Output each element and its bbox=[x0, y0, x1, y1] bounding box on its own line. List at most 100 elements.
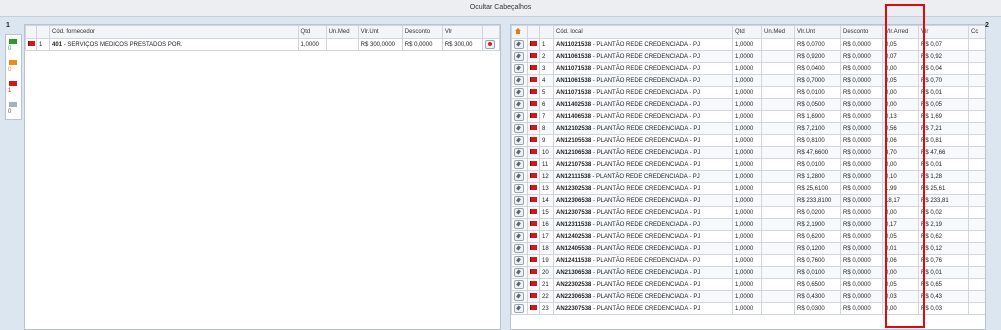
toggle-headers-label[interactable]: Ocultar Cabeçalhos bbox=[470, 4, 531, 11]
item-desc: - PLANTÃO REDE CREDENCIADA - PJ bbox=[592, 257, 701, 264]
col-vlr[interactable]: Vlr bbox=[441, 25, 483, 39]
edit-icon[interactable] bbox=[514, 268, 524, 277]
col-vlr-arred[interactable]: Vlr.Arred bbox=[882, 25, 919, 39]
item-desc: - PLANTÃO REDE CREDENCIADA - PJ bbox=[593, 281, 701, 288]
table-row[interactable]: 3 AN11071538 - PLANTÃO REDE CREDENCIADA -… bbox=[511, 62, 985, 75]
table-row[interactable]: 8 AN12102538 - PLANTÃO REDE CREDENCIADA -… bbox=[511, 122, 985, 135]
toggle-headers-bar[interactable]: Ocultar Cabeçalhos bbox=[0, 0, 1001, 17]
edit-icon[interactable] bbox=[514, 64, 524, 73]
col-vlrunt[interactable]: Vlr.Unt bbox=[794, 25, 841, 39]
table-row[interactable]: 16 AN12311538 - PLANTÃO REDE CREDENCIADA … bbox=[511, 218, 985, 231]
red-flag-icon bbox=[530, 173, 537, 179]
table-row[interactable]: 21 AN22302538 - PLANTÃO REDE CREDENCIADA … bbox=[511, 278, 985, 291]
red-flag-icon bbox=[530, 305, 537, 311]
cell-vlr-arred: 1,99 bbox=[882, 182, 919, 195]
edit-icon[interactable] bbox=[514, 40, 524, 49]
edit-icon[interactable] bbox=[514, 88, 524, 97]
edit-icon[interactable] bbox=[514, 148, 524, 157]
table-row[interactable]: 1 AN11021538 - PLANTÃO REDE CREDENCIADA -… bbox=[511, 38, 985, 51]
table-row[interactable]: 18 AN12405538 - PLANTÃO REDE CREDENCIADA … bbox=[511, 242, 985, 255]
col-unmed[interactable]: Un.Med bbox=[761, 25, 795, 39]
row-index: 10 bbox=[539, 146, 554, 159]
table-row[interactable]: 2 AN11061538 - PLANTÃO REDE CREDENCIADA -… bbox=[511, 50, 985, 63]
col-unmed[interactable]: Un.Med bbox=[325, 25, 359, 39]
edit-icon[interactable] bbox=[514, 124, 524, 133]
item-desc: - PLANTÃO REDE CREDENCIADA - PJ bbox=[593, 161, 701, 168]
left-strip: 1 0 0 1 0 bbox=[0, 22, 22, 328]
edit-icon[interactable] bbox=[514, 184, 524, 193]
delete-icon[interactable] bbox=[484, 40, 495, 49]
edit-icon[interactable] bbox=[514, 100, 524, 109]
edit-icon[interactable] bbox=[514, 136, 524, 145]
col-cc[interactable]: Cc bbox=[968, 25, 985, 39]
red-flag-icon bbox=[530, 281, 537, 287]
right-group-number: 2 bbox=[985, 22, 989, 29]
table-row[interactable]: 19 AN12411538 - PLANTÃO REDE CREDENCIADA … bbox=[511, 254, 985, 267]
col-qtd[interactable]: Qtd bbox=[297, 25, 327, 39]
cell-vlr: R$ 0,65 bbox=[918, 278, 969, 291]
row-index: 8 bbox=[539, 122, 554, 135]
cell-cc bbox=[968, 158, 985, 171]
item-desc: - PLANTÃO REDE CREDENCIADA - PJ bbox=[593, 245, 701, 252]
cell-unmed bbox=[761, 266, 795, 279]
cell-vlr-arred: 0,03 bbox=[882, 290, 919, 303]
col-desconto[interactable]: Desconto bbox=[840, 25, 883, 39]
col-desconto[interactable]: Desconto bbox=[401, 25, 443, 39]
edit-icon[interactable] bbox=[514, 52, 524, 61]
item-desc: - PLANTÃO REDE CREDENCIADA - PJ bbox=[592, 89, 701, 96]
supplier-panel: Cód. fornecedor Qtd Un.Med Vlr.Unt Desco… bbox=[24, 24, 501, 330]
cell-unmed bbox=[761, 134, 795, 147]
item-code: AN22302538 bbox=[556, 281, 592, 288]
edit-icon[interactable] bbox=[514, 76, 524, 85]
table-row[interactable]: 22 AN22306538 - PLANTÃO REDE CREDENCIADA … bbox=[511, 290, 985, 303]
edit-icon[interactable] bbox=[514, 244, 524, 253]
table-row[interactable]: 1 401 - SERVIÇOS MEDICOS PRESTADOS POR. … bbox=[24, 38, 501, 51]
home-icon[interactable] bbox=[514, 28, 522, 35]
table-row[interactable]: 4 AN11061538 - PLANTÃO REDE CREDENCIADA -… bbox=[511, 74, 985, 87]
cell-vlrunt: R$ 0,0100 bbox=[794, 86, 841, 99]
table-row[interactable]: 13 AN12302538 - PLANTÃO REDE CREDENCIADA … bbox=[511, 182, 985, 195]
table-row[interactable]: 15 AN12307538 - PLANTÃO REDE CREDENCIADA … bbox=[511, 206, 985, 219]
edit-icon[interactable] bbox=[514, 172, 524, 181]
col-qtd[interactable]: Qtd bbox=[732, 25, 762, 39]
table-row[interactable]: 10 AN12106538 - PLANTÃO REDE CREDENCIADA … bbox=[511, 146, 985, 159]
col-vlrunt[interactable]: Vlr.Unt bbox=[357, 25, 403, 39]
item-desc: - PLANTÃO REDE CREDENCIADA - PJ bbox=[592, 41, 701, 48]
cell-vlrunt: R$ 47,6600 bbox=[794, 146, 841, 159]
table-row[interactable]: 5 AN11071538 - PLANTÃO REDE CREDENCIADA -… bbox=[511, 86, 985, 99]
table-row[interactable]: 7 AN11406538 - PLANTÃO REDE CREDENCIADA -… bbox=[511, 110, 985, 123]
cell-vlrunt: R$ 7,2100 bbox=[794, 122, 841, 135]
table-row[interactable]: 6 AN11402538 - PLANTÃO REDE CREDENCIADA -… bbox=[511, 98, 985, 111]
edit-icon[interactable] bbox=[514, 160, 524, 169]
edit-icon[interactable] bbox=[514, 256, 524, 265]
cell-vlr: R$ 7,21 bbox=[918, 122, 969, 135]
table-row[interactable]: 11 AN12107538 - PLANTÃO REDE CREDENCIADA … bbox=[511, 158, 985, 171]
edit-icon[interactable] bbox=[514, 220, 524, 229]
cell-cc bbox=[968, 134, 985, 147]
col-cod-local[interactable]: Cód. local bbox=[553, 25, 733, 39]
cell-desconto: R$ 0,0000 bbox=[840, 254, 883, 267]
edit-icon[interactable] bbox=[514, 208, 524, 217]
cell-cc bbox=[968, 230, 985, 243]
col-vlr[interactable]: Vlr bbox=[918, 25, 969, 39]
table-row[interactable]: 12 AN12111538 - PLANTÃO REDE CREDENCIADA … bbox=[511, 170, 985, 183]
cell-desconto: R$ 0,0000 bbox=[840, 242, 883, 255]
col-cod-fornecedor[interactable]: Cód. fornecedor bbox=[49, 25, 299, 39]
cell-qtd: 1,0000 bbox=[732, 242, 762, 255]
edit-icon[interactable] bbox=[514, 280, 524, 289]
edit-icon[interactable] bbox=[514, 196, 524, 205]
cell-unmed bbox=[761, 206, 795, 219]
table-row[interactable]: 17 AN12402538 - PLANTÃO REDE CREDENCIADA … bbox=[511, 230, 985, 243]
edit-icon[interactable] bbox=[514, 292, 524, 301]
table-row[interactable]: 9 AN12105538 - PLANTÃO REDE CREDENCIADA -… bbox=[511, 134, 985, 147]
item-code: AN12306538 bbox=[556, 197, 592, 204]
edit-icon[interactable] bbox=[514, 232, 524, 241]
edit-icon[interactable] bbox=[514, 112, 524, 121]
edit-icon[interactable] bbox=[514, 304, 524, 313]
table-row[interactable]: 14 AN12306538 - PLANTÃO REDE CREDENCIADA … bbox=[511, 194, 985, 207]
row-index: 21 bbox=[539, 278, 554, 291]
cell-vlr: R$ 0,01 bbox=[918, 86, 969, 99]
item-code: AN11021538 bbox=[556, 41, 592, 48]
table-row[interactable]: 20 AN21306538 - PLANTÃO REDE CREDENCIADA … bbox=[511, 266, 985, 279]
table-row[interactable]: 23 AN22307538 - PLANTÃO REDE CREDENCIADA … bbox=[511, 302, 985, 315]
